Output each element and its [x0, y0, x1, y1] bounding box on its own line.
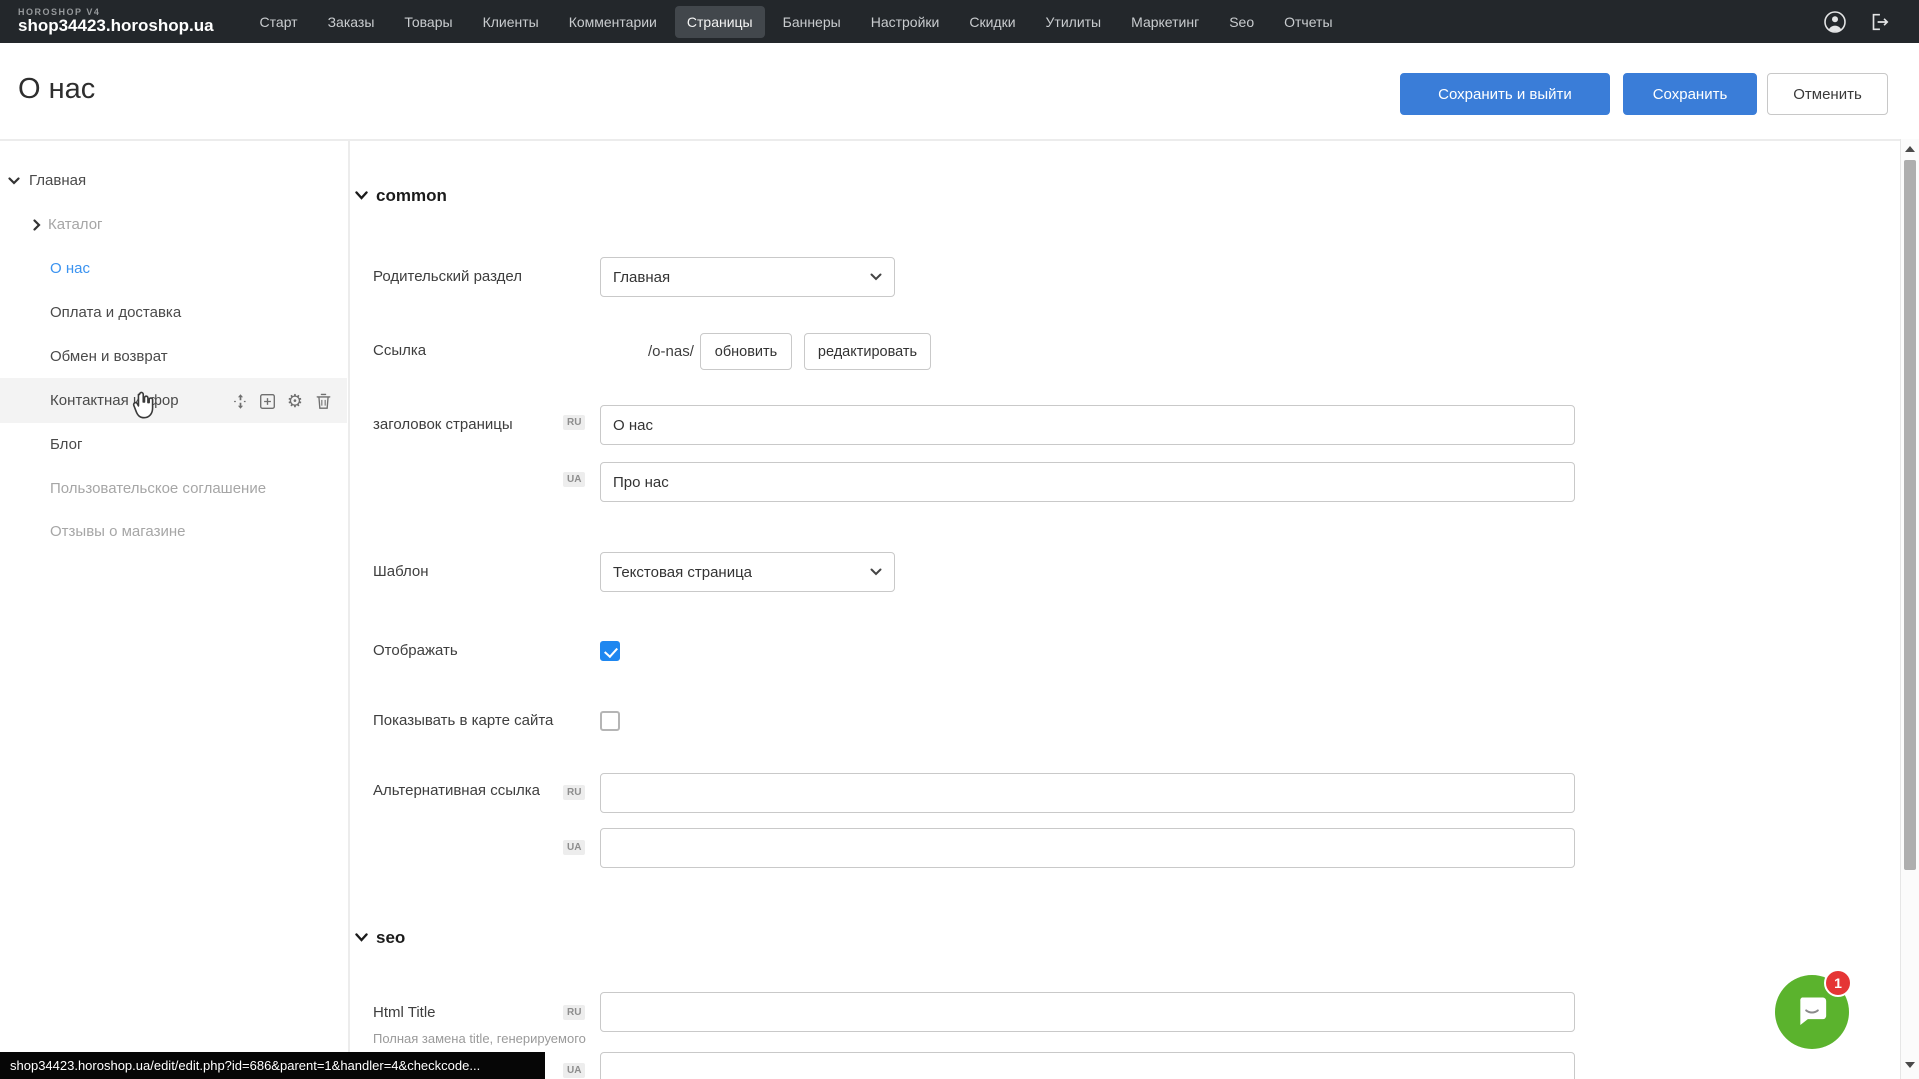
chat-bubble-icon [1792, 990, 1832, 1035]
page-title-label: заголовок страницы [373, 416, 513, 433]
display-label: Отображать [373, 642, 458, 659]
nav-item-start[interactable]: Старт [248, 6, 310, 38]
html-title-ua-input[interactable] [600, 1052, 1575, 1079]
sidebar-item-glavnaya[interactable]: Главная [0, 158, 347, 203]
sidebar-item-label: Отзывы о магазине [50, 523, 185, 540]
nav-item-pages[interactable]: Страницы [675, 6, 765, 38]
nav-item-reports[interactable]: Отчеты [1272, 6, 1344, 38]
chevron-down-icon [870, 273, 882, 281]
nav-item-seo[interactable]: Seo [1217, 6, 1266, 38]
logo-domain: shop34423.horoshop.ua [18, 17, 214, 35]
save-and-exit-button[interactable]: Сохранить и выйти [1400, 73, 1610, 115]
gear-icon[interactable]: ⚙ [286, 392, 304, 410]
page-title-ru-input[interactable] [600, 405, 1575, 445]
top-navbar: HOROSHOP V4 shop34423.horoshop.ua Старт … [0, 0, 1919, 43]
user-icon[interactable] [1823, 10, 1847, 34]
sidebar-item-katalog[interactable]: Каталог [0, 202, 347, 247]
link-label: Ссылка [373, 342, 426, 359]
display-checkbox[interactable] [600, 641, 620, 661]
sitemap-checkbox[interactable] [600, 711, 620, 731]
move-icon[interactable] [231, 392, 249, 410]
nav-item-clients[interactable]: Клиенты [471, 6, 551, 38]
sidebar-item-label: О нас [50, 260, 90, 277]
nav-right [1823, 0, 1891, 43]
lang-badge-ru: RU [563, 1005, 585, 1020]
nav-item-comments[interactable]: Комментарии [557, 6, 669, 38]
add-icon[interactable] [258, 392, 276, 410]
nav-item-products[interactable]: Товары [392, 6, 464, 38]
sidebar-item-label: Блог [50, 436, 82, 453]
html-title-ru-input[interactable] [600, 992, 1575, 1032]
sidebar-item-label: Каталог [48, 216, 103, 233]
nav-menu: Старт Заказы Товары Клиенты Комментарии … [248, 6, 1345, 38]
lang-badge-ua: UA [563, 840, 585, 855]
sidebar-item-label: Обмен и возврат [50, 348, 168, 365]
chevron-down-icon [8, 177, 20, 185]
chevron-right-icon [33, 219, 41, 231]
nav-item-banners[interactable]: Баннеры [771, 6, 853, 38]
logo: HOROSHOP V4 shop34423.horoshop.ua [18, 8, 214, 35]
page: HOROSHOP V4 shop34423.horoshop.ua Старт … [0, 0, 1919, 1079]
sidebar-item-blog[interactable]: Блог [0, 422, 347, 467]
scrollbar-down-arrow[interactable] [1905, 1062, 1915, 1068]
section-seo[interactable]: seo [355, 928, 405, 948]
sitemap-label: Показывать в карте сайта [373, 712, 553, 729]
sidebar-item-o-nas[interactable]: О нас [0, 246, 347, 291]
refresh-link-button[interactable]: обновить [700, 333, 792, 370]
html-title-label: Html Title [373, 1004, 436, 1021]
sidebar-item-label: Контактная инфор [50, 392, 179, 409]
lang-badge-ru: RU [563, 785, 585, 800]
alt-link-label: Альтернативная ссылка [373, 782, 540, 799]
nav-item-marketing[interactable]: Маркетинг [1119, 6, 1211, 38]
sidebar-item-soglashenie[interactable]: Пользовательское соглашение [0, 466, 347, 511]
chevron-down-icon [870, 568, 882, 576]
chevron-down-icon [355, 929, 368, 947]
scrollbar-up-arrow[interactable] [1905, 146, 1915, 152]
html-title-hint: Полная замена title, генерируемого [373, 1031, 586, 1046]
template-label: Шаблон [373, 563, 429, 580]
chevron-down-icon [355, 187, 368, 205]
page-title: О нас [18, 73, 95, 106]
header-divider [0, 139, 1900, 141]
sidebar-item-otzyvy[interactable]: Отзывы о магазине [0, 509, 347, 554]
section-common[interactable]: common [355, 186, 447, 206]
lang-badge-ru: RU [563, 415, 585, 430]
sidebar-divider [348, 141, 350, 1079]
sidebar-item-oplata[interactable]: Оплата и доставка [0, 290, 347, 335]
nav-item-discounts[interactable]: Скидки [957, 6, 1027, 38]
status-url-bar: shop34423.horoshop.ua/edit/edit.php?id=6… [0, 1052, 545, 1079]
sidebar-item-label: Пользовательское соглашение [50, 480, 266, 497]
alt-link-ru-input[interactable] [600, 773, 1575, 813]
sidebar-item-label: Оплата и доставка [50, 304, 181, 321]
nav-item-settings[interactable]: Настройки [859, 6, 952, 38]
edit-link-button[interactable]: редактировать [804, 333, 931, 370]
template-select[interactable]: Текстовая страница [600, 552, 895, 592]
sidebar-item-label: Главная [29, 172, 86, 189]
selected-value: Главная [613, 269, 670, 286]
save-button[interactable]: Сохранить [1623, 73, 1757, 115]
cancel-button[interactable]: Отменить [1767, 73, 1888, 115]
page-title-ua-input[interactable] [600, 462, 1575, 502]
section-title: seo [376, 928, 405, 948]
chat-unread-badge: 1 [1824, 969, 1852, 997]
selected-value: Текстовая страница [613, 564, 752, 581]
scrollbar-thumb[interactable] [1904, 160, 1916, 870]
lang-badge-ua: UA [563, 1063, 585, 1078]
nav-item-orders[interactable]: Заказы [316, 6, 387, 38]
parent-section-select[interactable]: Главная [600, 257, 895, 297]
alt-link-ua-input[interactable] [600, 828, 1575, 868]
delete-icon[interactable] [314, 392, 332, 410]
page-header: О нас Сохранить и выйти Сохранить Отмени… [0, 43, 1919, 139]
sidebar-item-obmen[interactable]: Обмен и возврат [0, 334, 347, 379]
logout-icon[interactable] [1867, 10, 1891, 34]
parent-section-label: Родительский раздел [373, 268, 522, 285]
section-title: common [376, 186, 447, 206]
nav-item-utilities[interactable]: Утилиты [1034, 6, 1114, 38]
lang-badge-ua: UA [563, 472, 585, 487]
sidebar-item-kontaktnaya[interactable]: Контактная инфор ⚙ [0, 378, 347, 423]
link-path: /o-nas/ [648, 343, 694, 360]
